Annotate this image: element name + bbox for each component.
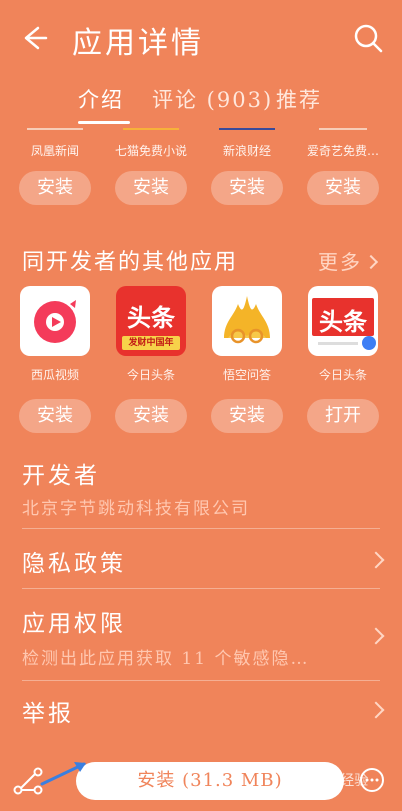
permissions-label: 应用权限 — [22, 611, 126, 637]
install-button[interactable]: 安装 — [307, 171, 379, 205]
divider — [219, 128, 275, 130]
more-link[interactable]: 更多 — [318, 246, 379, 275]
tab-intro[interactable]: 介绍 — [78, 84, 124, 114]
app-name: 西瓜视频 — [30, 368, 79, 382]
app-name: 凤凰新闻 — [30, 144, 79, 158]
divider — [123, 128, 179, 130]
tab-comments[interactable]: 评论 (903) — [152, 84, 273, 114]
install-button[interactable]: 安装 — [19, 399, 91, 433]
app-name: 今日头条 — [318, 368, 367, 382]
toutiao-lite-icon: 头条 — [308, 286, 378, 356]
app-header: 应用详情 — [0, 0, 402, 80]
permissions-row[interactable]: 应用权限 检测出此应用获取 11 个敏感隐… — [0, 590, 402, 678]
divider — [22, 680, 380, 681]
developer-label: 开发者 — [22, 463, 100, 489]
more-label: 更多 — [318, 250, 362, 274]
list-item[interactable]: 西瓜视频 安装 — [10, 286, 100, 433]
list-item[interactable]: 头条 今日头条 打开 — [298, 286, 388, 433]
install-button[interactable]: 安装 — [211, 399, 283, 433]
install-button[interactable]: 安装 — [115, 399, 187, 433]
install-button[interactable]: 安装 — [19, 171, 91, 205]
app-name: 七猫免费小说 — [114, 144, 187, 158]
list-item: 七猫免费小说 安装 — [106, 128, 196, 205]
list-item[interactable]: 悟空问答 安装 — [202, 286, 292, 433]
list-item[interactable]: 头条 发财中国年 今日头条 安装 — [106, 286, 196, 433]
install-button[interactable]: 安装 — [115, 171, 187, 205]
chevron-right-icon — [363, 254, 379, 270]
list-item: 新浪财经 安装 — [202, 128, 292, 205]
privacy-row[interactable]: 隐私政策 — [0, 530, 402, 588]
watermark: Baidu 经验 — [296, 773, 369, 789]
install-button[interactable]: 安装 — [211, 171, 283, 205]
list-item: 凤凰新闻 安装 — [10, 128, 100, 205]
toutiao-icon: 头条 发财中国年 — [116, 286, 186, 356]
permissions-summary: 检测出此应用获取 11 个敏感隐… — [22, 649, 310, 669]
divider — [22, 588, 380, 589]
chevron-right-icon — [367, 701, 385, 719]
open-button[interactable]: 打开 — [307, 399, 379, 433]
app-name: 爱奇艺免费… — [306, 144, 379, 158]
chevron-right-icon — [367, 627, 385, 645]
developer-row: 开发者 北京字节跳动科技有限公司 — [0, 452, 402, 524]
app-name: 悟空问答 — [222, 368, 271, 382]
wukong-qa-icon — [212, 286, 282, 356]
privacy-label: 隐私政策 — [22, 551, 126, 577]
app-name: 今日头条 — [126, 368, 175, 382]
developer-name: 北京字节跳动科技有限公司 — [22, 499, 250, 519]
tab-recommend[interactable]: 推荐 — [276, 84, 322, 114]
report-row[interactable]: 举报 — [0, 682, 402, 740]
annotation-arrow-icon — [40, 762, 86, 786]
divider — [27, 128, 83, 130]
divider — [22, 528, 380, 529]
xigua-video-icon — [20, 286, 90, 356]
list-item: 爱奇艺免费… 安装 — [298, 128, 388, 205]
section-title: 同开发者的其他应用 — [22, 250, 239, 275]
app-name: 新浪财经 — [222, 144, 271, 158]
divider — [319, 128, 367, 130]
tab-bar: 介绍 评论 (903) 推荐 — [0, 80, 402, 124]
back-arrow-icon[interactable] — [18, 22, 50, 54]
report-label: 举报 — [22, 701, 74, 727]
chevron-right-icon — [367, 551, 385, 569]
search-icon[interactable] — [352, 22, 384, 54]
page-title: 应用详情 — [72, 26, 204, 61]
tab-indicator — [78, 121, 130, 124]
